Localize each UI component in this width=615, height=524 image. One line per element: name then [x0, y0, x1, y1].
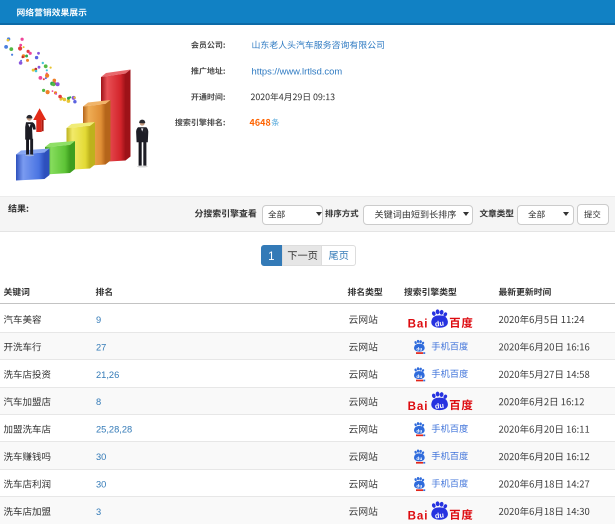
svg-text:Bai: Bai	[408, 400, 429, 413]
svg-text:du: du	[416, 456, 422, 462]
svg-text:3: 3	[96, 507, 101, 517]
svg-text:du: du	[416, 374, 422, 380]
svg-text:https://www.lrtlsd.com: https://www.lrtlsd.com	[252, 65, 343, 76]
svg-text:1: 1	[268, 251, 274, 263]
svg-text:21,26: 21,26	[96, 370, 119, 380]
svg-text:25,28,28: 25,28,28	[96, 425, 132, 435]
svg-text:Bai: Bai	[408, 318, 429, 331]
svg-text:30: 30	[96, 452, 106, 462]
svg-text:du: du	[434, 318, 445, 328]
svg-text:du: du	[416, 429, 422, 435]
svg-text:27: 27	[96, 342, 106, 352]
svg-text:du: du	[416, 346, 422, 352]
svg-text:8: 8	[96, 397, 101, 407]
svg-text:30: 30	[96, 479, 106, 489]
svg-text:du: du	[434, 510, 445, 520]
svg-text:du: du	[416, 483, 422, 489]
svg-text:du: du	[434, 401, 445, 411]
svg-text:9: 9	[96, 315, 101, 325]
svg-text:Bai: Bai	[408, 509, 429, 520]
